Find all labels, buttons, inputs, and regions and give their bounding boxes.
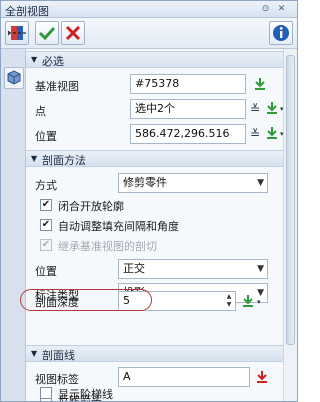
section-line-header[interactable]: ▼ 剖面线 (26, 345, 283, 362)
spin-up-icon[interactable]: ▲ (224, 293, 234, 301)
section-position-label: 位置 (35, 265, 57, 278)
toolbar (1, 18, 297, 49)
property-cube-icon (7, 70, 21, 85)
side-tab-properties[interactable] (4, 67, 24, 89)
mode-dropdown[interactable]: 修剪零件 ▼ (118, 173, 268, 193)
ok-button[interactable] (35, 21, 59, 45)
info-icon (273, 25, 289, 41)
pick-icon-point[interactable] (264, 100, 280, 116)
info-button[interactable] (269, 21, 293, 45)
depth-spinner[interactable]: ▲ ▼ (224, 293, 234, 309)
show-step-line-label: 显示阶梯线 (58, 388, 113, 401)
point-dropdown[interactable]: 选中2个 (130, 99, 246, 119)
filter-icon-point[interactable]: ≚ (248, 102, 262, 116)
section-method-title: 剖面方法 (42, 154, 86, 167)
section-method-header[interactable]: ▼ 剖面方法 (26, 150, 283, 167)
point-label: 点 (35, 105, 46, 118)
close-icon[interactable]: ✕ (275, 3, 288, 16)
auto-adjust-hatch-label: 自动调整填充间隔和角度 (58, 220, 179, 233)
section-view-button[interactable] (5, 21, 29, 45)
pick-icon-position[interactable] (264, 125, 280, 141)
section-view-icon (7, 26, 26, 40)
close-open-contour-label: 闭合开放轮廓 (58, 200, 124, 213)
cancel-button[interactable] (61, 21, 85, 45)
chevron-down-icon: ▼ (257, 264, 264, 274)
scrollbar-thumb[interactable] (286, 55, 295, 345)
vertical-scrollbar[interactable] (283, 49, 297, 401)
chevron-down-icon: ▼ (257, 178, 264, 188)
point-value: 选中2个 (135, 102, 175, 115)
view-label-label: 视图标签 (35, 373, 79, 386)
pin-icon[interactable]: ⊙ (259, 3, 272, 16)
section-required-header[interactable]: ▼ 必选 (26, 51, 283, 68)
chevron-down-icon[interactable]: ▾ (257, 298, 261, 306)
inherit-base-section-label: 继承基准视图的剖切 (58, 240, 157, 253)
base-view-label: 基准视图 (35, 80, 79, 93)
filter-icon-position[interactable]: ≚ (248, 127, 262, 141)
position-field[interactable]: 586.472,296.516 (130, 124, 246, 144)
collapse-arrow-icon: ▼ (31, 154, 38, 163)
section-position-value: 正交 (123, 262, 145, 275)
pick-icon-base-view[interactable] (252, 76, 268, 92)
side-tab-strip (1, 49, 26, 401)
checkbox-inherit-base-section: ✔ (40, 239, 52, 251)
section-line-title: 剖面线 (42, 349, 75, 362)
window-title: 全剖视图 (5, 5, 49, 18)
spin-down-icon[interactable]: ▼ (224, 301, 234, 309)
section-required-title: 必选 (42, 55, 64, 68)
position-label: 位置 (35, 130, 57, 143)
section-view-dialog: 全剖视图 ⊙ ✕ ▼ 必选 基准视图 #75378 点 选中2个 ≚ 位置 58… (0, 0, 298, 402)
pick-icon-view-label[interactable] (254, 369, 270, 385)
title-bar: 全剖视图 ⊙ ✕ (1, 1, 297, 18)
collapse-arrow-icon: ▼ (31, 55, 38, 64)
mode-label: 方式 (35, 179, 57, 192)
view-label-field[interactable]: A (118, 367, 250, 387)
property-panel: ▼ 必选 基准视图 #75378 点 选中2个 ≚ ▾ 位置 586.472,2… (26, 49, 283, 401)
checkbox-show-step-line[interactable] (40, 387, 52, 399)
cancel-x-icon (65, 25, 81, 41)
pick-icon-depth[interactable] (240, 293, 256, 309)
checkbox-close-open-contour[interactable]: ✔ (40, 199, 52, 211)
mode-value: 修剪零件 (123, 176, 167, 189)
depth-highlight-oval (20, 289, 152, 311)
checkbox-auto-adjust-hatch[interactable]: ✔ (40, 219, 52, 231)
collapse-arrow-icon: ▼ (31, 349, 38, 358)
base-view-field[interactable]: #75378 (130, 74, 246, 94)
ok-check-icon (38, 26, 56, 41)
section-position-dropdown[interactable]: 正交 ▼ (118, 259, 268, 279)
